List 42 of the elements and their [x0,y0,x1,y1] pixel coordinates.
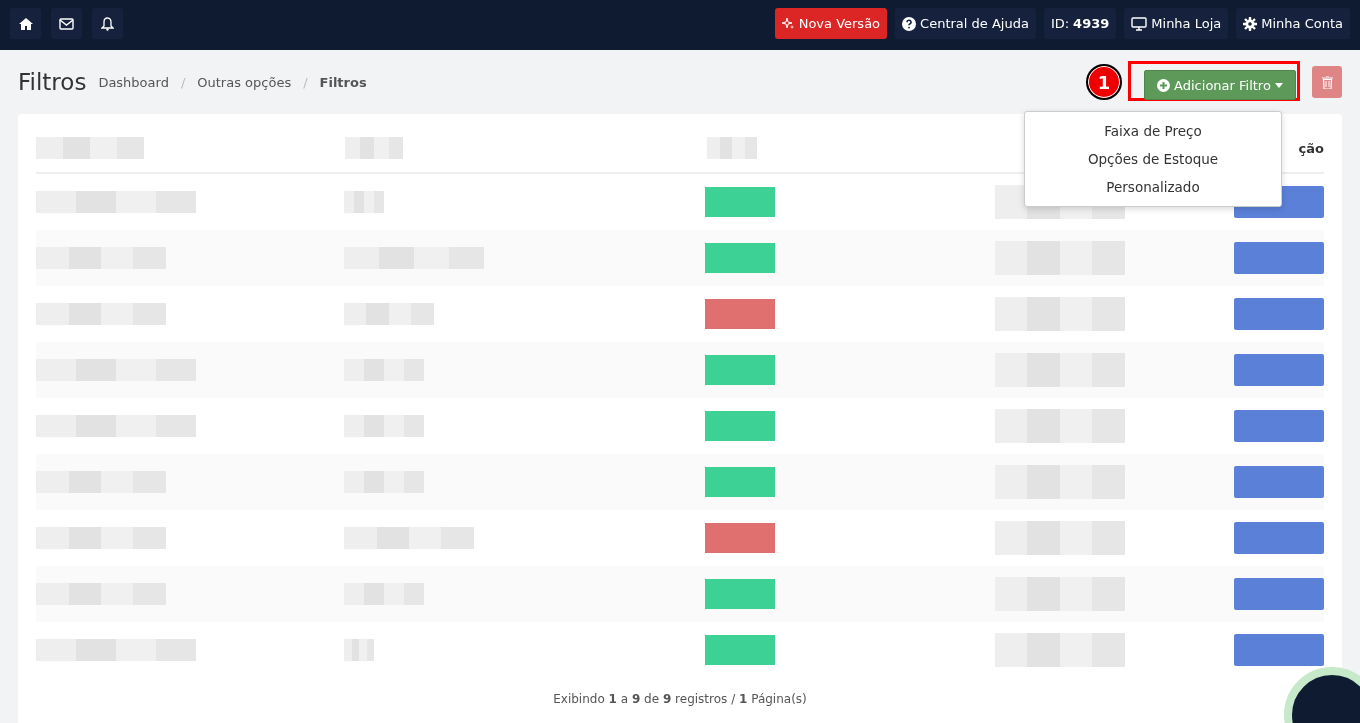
redacted-text [345,137,403,159]
store-id-label[interactable]: ID: 4939 [1043,8,1117,39]
edit-button[interactable] [1234,578,1324,610]
edit-button[interactable] [1234,410,1324,442]
column-header: ção [1298,140,1324,156]
plus-icon [1157,78,1171,92]
redacted-text [343,639,374,661]
edit-button[interactable] [1234,354,1324,386]
help-button[interactable]: Central de Ajuda [895,8,1036,39]
home-icon [18,17,33,30]
mail-button[interactable] [51,8,82,39]
home-button[interactable] [10,8,41,39]
envelope-icon [59,17,74,30]
pagination-info: Exibindo 1 a 9 de 9 registros / 1 Página(s) [552,692,808,706]
page-title: Filtros [18,69,87,95]
delete-button[interactable] [1312,66,1342,98]
step-marker: 1 [1086,64,1122,100]
help-icon [902,16,917,31]
breadcrumb-separator: / [303,74,308,90]
store-button[interactable]: Minha Loja [1124,8,1229,39]
menu-item[interactable]: Personalizado [1025,173,1281,201]
sparkle-icon [781,17,795,30]
edit-button[interactable] [1234,298,1324,330]
new-button[interactable]: Nova Versão [774,8,888,39]
breadcrumb-separator: / [180,74,186,90]
edit-button[interactable] [1234,242,1324,274]
edit-button[interactable] [1234,522,1324,554]
trash-icon [1321,75,1333,89]
account-button[interactable]: Minha Conta [1236,8,1350,39]
settings-icon [1243,16,1258,31]
edit-button[interactable] [1234,466,1324,498]
monitor-icon [1131,16,1148,31]
breadcrumb-link[interactable]: Dashboard [98,74,169,90]
menu-item[interactable]: Faixa de Preço [1025,117,1281,145]
notifications-button[interactable] [92,8,123,39]
redacted-text [343,191,384,213]
redacted-text [707,137,757,159]
breadcrumb-link[interactable]: Outras opções [197,74,292,90]
breadcrumb-current: Filtros [319,74,367,90]
caret-icon [1274,82,1283,88]
bell-icon [101,16,114,31]
menu-item[interactable]: Opções de Estoque [1025,145,1281,173]
